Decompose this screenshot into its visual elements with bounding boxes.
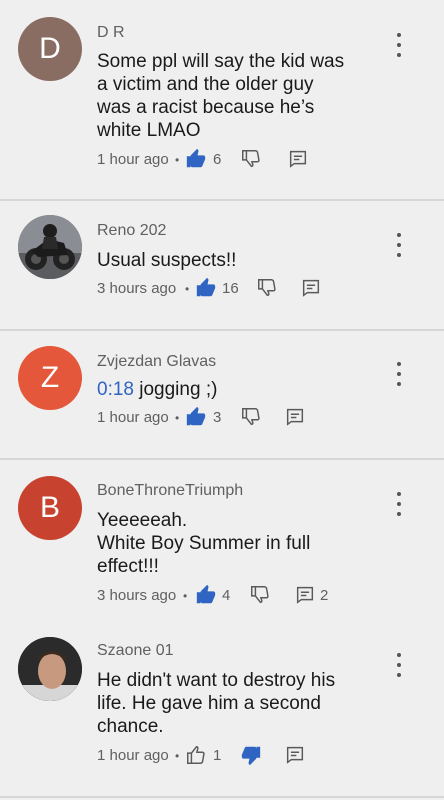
comment-text-line: jogging ;) xyxy=(133,379,218,400)
comment-text-line: Yeeeeeah. xyxy=(97,510,188,531)
like-count: 6 xyxy=(213,151,222,168)
more-options-icon[interactable] xyxy=(388,231,410,259)
comment-text-line: Some ppl will say the kid was xyxy=(97,51,345,72)
comment-actions: 1 hour ago • 3 xyxy=(97,406,427,430)
more-options-icon[interactable] xyxy=(388,490,410,518)
comment-text-line: chance. xyxy=(97,716,164,737)
comment-author[interactable]: Szaone 01 xyxy=(97,642,174,660)
separator-dot: • xyxy=(175,153,180,167)
comment-text-line: was a racist because he’s xyxy=(97,97,315,118)
comment-text-line: life. He gave him a second xyxy=(97,693,321,714)
reply-icon[interactable] xyxy=(284,406,306,428)
like-count: 3 xyxy=(213,409,222,426)
comment-text: Some ppl will say the kid was a victim a… xyxy=(97,50,397,142)
thumbs-up-icon[interactable] xyxy=(195,277,217,299)
thumbs-down-icon[interactable] xyxy=(249,584,271,606)
comment-text-line: white LMAO xyxy=(97,120,201,141)
more-options-icon[interactable] xyxy=(388,651,410,679)
reply-count: 2 xyxy=(320,587,329,604)
divider xyxy=(0,329,444,331)
thumbs-down-icon[interactable] xyxy=(256,277,278,299)
reply-icon[interactable] xyxy=(284,744,306,766)
divider xyxy=(0,796,444,798)
avatar[interactable]: D xyxy=(18,17,82,81)
like-count: 4 xyxy=(222,587,231,604)
comment-actions: 1 hour ago • 6 xyxy=(97,148,427,172)
thumbs-down-icon[interactable] xyxy=(240,744,262,766)
comment-text-line: effect!!! xyxy=(97,556,159,577)
avatar[interactable] xyxy=(18,215,82,279)
timestamp-link[interactable]: 0:18 xyxy=(97,379,134,400)
comment-text: He didn't want to destroy his life. He g… xyxy=(97,669,397,738)
avatar-letter: Z xyxy=(40,361,60,394)
comment-text-line: Usual suspects!! xyxy=(97,250,237,271)
like-count: 1 xyxy=(213,747,222,764)
portrait-photo-icon xyxy=(18,637,82,701)
separator-dot: • xyxy=(175,749,180,763)
separator-dot: • xyxy=(185,282,190,296)
avatar[interactable] xyxy=(18,637,82,701)
comment-actions: 1 hour ago • 1 xyxy=(97,744,427,768)
reply-icon[interactable] xyxy=(287,148,309,170)
thumbs-down-icon[interactable] xyxy=(240,148,262,170)
thumbs-down-icon[interactable] xyxy=(240,406,262,428)
comment-time: 1 hour ago xyxy=(97,409,169,426)
divider xyxy=(0,199,444,201)
avatar-letter: B xyxy=(39,491,60,524)
comment-actions: 3 hours ago • 16 xyxy=(97,277,427,301)
more-options-icon[interactable] xyxy=(388,31,410,59)
like-count: 16 xyxy=(222,280,239,297)
comment-time: 3 hours ago xyxy=(97,587,177,604)
divider xyxy=(0,458,444,460)
comment-time: 3 hours ago xyxy=(97,280,177,297)
separator-dot: • xyxy=(183,589,188,603)
comment-text-line: a victim and the older guy xyxy=(97,74,314,95)
thumbs-up-icon[interactable] xyxy=(185,744,207,766)
avatar-letter: D xyxy=(39,32,61,65)
thumbs-up-icon[interactable] xyxy=(195,584,217,606)
reply-icon[interactable] xyxy=(294,584,316,606)
avatar[interactable]: Z xyxy=(18,346,82,410)
comment-author[interactable]: Reno 202 xyxy=(97,222,166,240)
comment-time: 1 hour ago xyxy=(97,151,169,168)
comment-author[interactable]: D R xyxy=(97,24,125,42)
avatar[interactable]: B xyxy=(18,476,82,540)
comment-author[interactable]: Zvjezdan Glavas xyxy=(97,353,216,371)
comment-text: Usual suspects!! xyxy=(97,249,397,272)
comment-text-line: White Boy Summer in full xyxy=(97,533,311,554)
motorcycle-photo-icon xyxy=(18,215,82,279)
thumbs-up-icon[interactable] xyxy=(185,406,207,428)
comment-text-line: He didn't want to destroy his xyxy=(97,670,336,691)
reply-icon[interactable] xyxy=(300,277,322,299)
comment-author[interactable]: BoneThroneTriumph xyxy=(97,482,243,500)
comment-actions: 3 hours ago • 4 2 xyxy=(97,584,427,608)
comment-time: 1 hour ago xyxy=(97,747,169,764)
more-options-icon[interactable] xyxy=(388,360,410,388)
comment-text: Yeeeeeah. White Boy Summer in full effec… xyxy=(97,509,397,578)
comment-text: 0:18 jogging ;) xyxy=(97,378,397,401)
thumbs-up-icon[interactable] xyxy=(185,148,207,170)
separator-dot: • xyxy=(175,411,180,425)
